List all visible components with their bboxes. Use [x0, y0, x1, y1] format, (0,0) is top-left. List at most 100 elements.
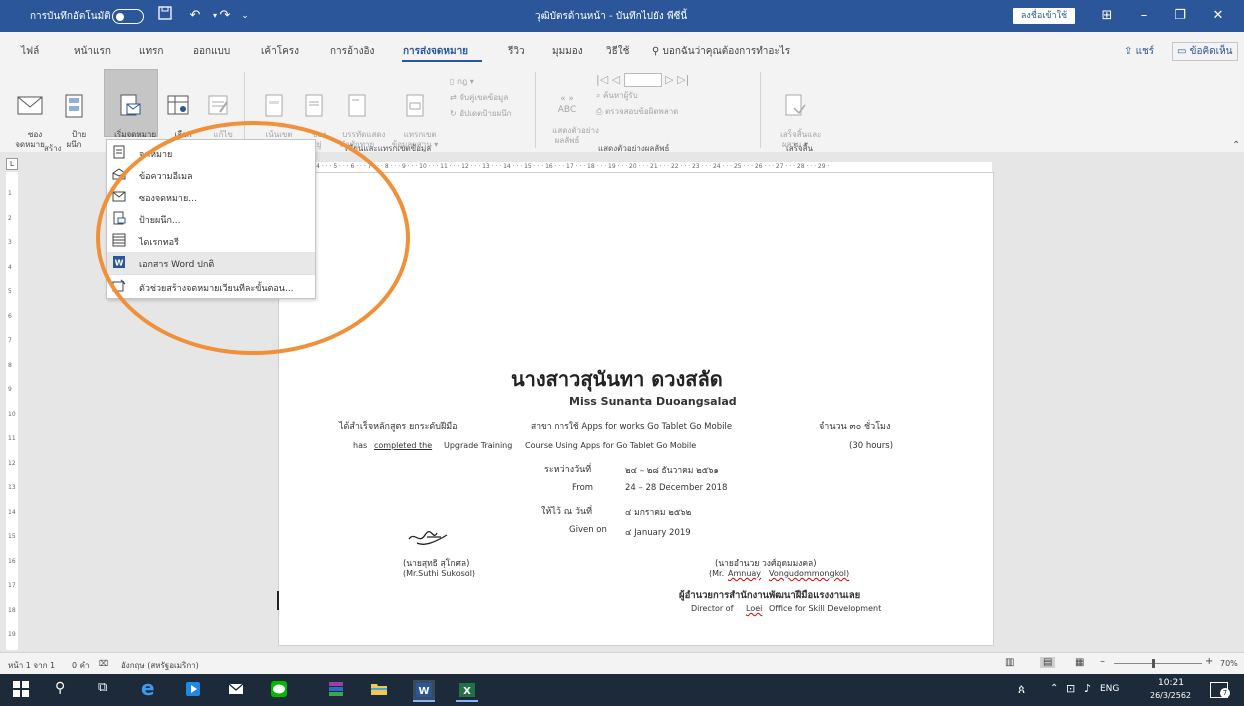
word-taskbar-icon[interactable]: W: [413, 680, 435, 702]
read-mode-icon[interactable]: ▥: [1005, 657, 1014, 668]
window-title: วุฒิบัตรด้านหน้า - บันทึกไปยัง พีซีนี้: [535, 11, 688, 22]
close-icon[interactable]: ✕: [1204, 6, 1232, 26]
tab-view[interactable]: มุมมอง: [552, 44, 583, 59]
labels-icon: [65, 94, 83, 118]
file-explorer-icon[interactable]: [370, 680, 392, 700]
update-labels-button[interactable]: ↻ อัปเดตป้ายผนึก: [450, 106, 530, 122]
tab-design[interactable]: ออกแบบ: [193, 44, 230, 59]
input-language[interactable]: ENG: [1100, 684, 1119, 694]
tell-me-search[interactable]: ⚲ บอกฉันว่าคุณต้องการทำอะไร: [652, 44, 790, 59]
menu-item-email[interactable]: ข้อความอีเมล: [107, 164, 315, 186]
menu-item-letters[interactable]: จดหมาย: [107, 142, 315, 164]
letter-icon: [113, 145, 125, 159]
rules-group: ▯ กฎ ▾ ⇄ จับคู่เขตข้อมูล ↻ อัปเดตป้ายผนึ…: [450, 74, 530, 122]
vertical-ruler-label: 7: [8, 337, 12, 344]
record-navigation[interactable]: |◁ ◁ ▷ ▷|: [596, 72, 721, 88]
menu-item-labels[interactable]: ป้ายผนึก...: [107, 208, 315, 230]
record-number-input[interactable]: [623, 73, 662, 87]
preview-label: แสดงตัวอย่าง ผลลัพธ์: [552, 126, 599, 145]
tab-layout[interactable]: เค้าโครง: [261, 44, 299, 59]
excel-taskbar-icon[interactable]: X: [456, 680, 478, 702]
zoom-in-icon[interactable]: +: [1205, 656, 1213, 667]
vertical-ruler-label: 8: [8, 361, 12, 369]
menu-item-normal-word-document[interactable]: W เอกสาร Word ปกติ: [107, 252, 315, 274]
proofing-icon[interactable]: ⌧: [99, 659, 108, 668]
comments-button[interactable]: ▭ ข้อคิดเห็น: [1172, 42, 1238, 61]
maximize-icon[interactable]: ❐: [1166, 6, 1194, 26]
minimize-icon[interactable]: –: [1130, 6, 1158, 26]
check-errors-button[interactable]: ⎙ ตรวจสอบข้อผิดพลาด: [596, 104, 721, 120]
tab-help[interactable]: วิธีใช้: [606, 44, 629, 59]
autosave-toggle[interactable]: [112, 9, 144, 24]
title-bar: การบันทึกอัตโนมัติ ↶ ▾ ↷ ⌄ วุฒิบัตรด้านห…: [0, 0, 1244, 32]
select-recipients-icon: [167, 95, 189, 115]
menu-item-directory[interactable]: ไดเรกทอรี: [107, 230, 315, 252]
prev-record-icon[interactable]: ◁: [612, 73, 620, 86]
tab-mailings[interactable]: การส่งจดหมาย: [403, 44, 468, 59]
task-view-icon[interactable]: ⧉: [98, 680, 120, 700]
ribbon-separator: [244, 72, 245, 148]
horizontal-ruler-scale: · 2 · · · 3 · · · 4 · · · 5 · · · 6 · · …: [278, 162, 992, 172]
print-layout-icon[interactable]: ▤: [1040, 657, 1056, 668]
search-icon[interactable]: ⚲: [55, 680, 77, 700]
tab-insert[interactable]: แทรก: [139, 44, 163, 59]
menu-item-envelopes[interactable]: ซองจดหมาย...: [107, 186, 315, 208]
language-indicator[interactable]: อังกฤษ (สหรัฐอเมริกา): [121, 659, 199, 672]
comment-icon: ▭: [1177, 46, 1190, 57]
svg-text:W: W: [115, 259, 124, 268]
preview-results-button[interactable]: « » ABC แสดงตัวอย่าง ผลลัพธ์: [542, 74, 599, 156]
rules-button[interactable]: ▯ กฎ ▾: [450, 74, 530, 90]
given-th-value: ๔ มกราคม ๒๕๖๒: [625, 508, 692, 518]
people-icon[interactable]: ጰ: [1018, 682, 1025, 697]
next-record-icon[interactable]: ▷: [665, 73, 673, 86]
undo-icon[interactable]: ↶: [185, 6, 205, 26]
volume-icon[interactable]: ♪: [1084, 682, 1091, 695]
web-layout-icon[interactable]: ▦: [1075, 657, 1084, 668]
course-en: Course Using Apps for Go Tablet Go Mobil…: [525, 441, 697, 450]
clock-time[interactable]: 10:21: [1158, 678, 1184, 688]
match-fields-button[interactable]: ⇄ จับคู่เขตข้อมูล: [450, 90, 530, 106]
page-count[interactable]: หน้า 1 จาก 1: [8, 659, 55, 672]
sign-in-button[interactable]: ลงชื่อเข้าใช้: [1013, 8, 1075, 24]
zoom-out-icon[interactable]: –: [1100, 656, 1105, 667]
zoom-level[interactable]: 70%: [1220, 659, 1238, 668]
zoom-slider[interactable]: [1114, 663, 1202, 664]
last-record-icon[interactable]: ▷|: [677, 73, 689, 86]
zoom-slider-thumb[interactable]: [1152, 659, 1155, 668]
sig-right-th: (นายอำนวย วงศ์อุดมมงคล): [715, 559, 817, 569]
redo-icon[interactable]: ↷: [215, 6, 235, 26]
line-app-icon[interactable]: [270, 680, 292, 700]
menu-separator: [107, 274, 315, 275]
tab-file[interactable]: ไฟล์: [21, 44, 39, 59]
tab-references[interactable]: การอ้างอิง: [330, 44, 374, 59]
show-hidden-icons[interactable]: ⌃: [1050, 683, 1058, 694]
mail-icon[interactable]: [227, 680, 249, 700]
share-button[interactable]: ⇪ แชร์: [1124, 44, 1154, 59]
network-icon[interactable]: ⊡: [1066, 682, 1075, 695]
email-icon: [112, 168, 126, 180]
media-player-icon[interactable]: [184, 680, 206, 700]
menu-item-label: ข้อความอีเมล: [139, 172, 193, 182]
tab-selector[interactable]: L: [6, 158, 18, 170]
share-label: แชร์: [1135, 46, 1155, 57]
first-record-icon[interactable]: |◁: [596, 73, 608, 86]
find-recipient-button[interactable]: ⌕ ค้นหาผู้รับ: [596, 88, 721, 104]
tab-home[interactable]: หน้าแรก: [74, 44, 111, 59]
labels-label: ป้าย ผนึก: [66, 130, 87, 149]
document-page[interactable]: นางสาวสุนันทา ดวงสลัด Miss Sunanta Duoan…: [278, 172, 994, 646]
menu-item-label: ไดเรกทอรี: [139, 238, 179, 248]
save-icon[interactable]: [155, 6, 175, 26]
ribbon-display-icon[interactable]: ⊞: [1093, 6, 1121, 26]
clock-date[interactable]: 26/3/2562: [1150, 691, 1191, 700]
customize-qat-icon[interactable]: ⌄: [235, 6, 255, 26]
windows-start-icon[interactable]: [12, 680, 34, 700]
menu-item-wizard[interactable]: ตัวช่วยสร้างจดหมายเวียนทีละขั้นตอน...: [107, 276, 315, 298]
edge-icon[interactable]: e: [141, 676, 163, 700]
tab-review[interactable]: รีวิว: [508, 44, 525, 59]
word-count[interactable]: 0 คำ: [72, 659, 89, 672]
director-en-2: Loei: [746, 604, 763, 613]
collapse-ribbon-icon[interactable]: ⌃: [1232, 140, 1240, 151]
winrar-icon[interactable]: [327, 680, 349, 700]
menu-item-label: ป้ายผนึก...: [139, 216, 181, 226]
vertical-ruler-label: 11: [8, 435, 16, 442]
